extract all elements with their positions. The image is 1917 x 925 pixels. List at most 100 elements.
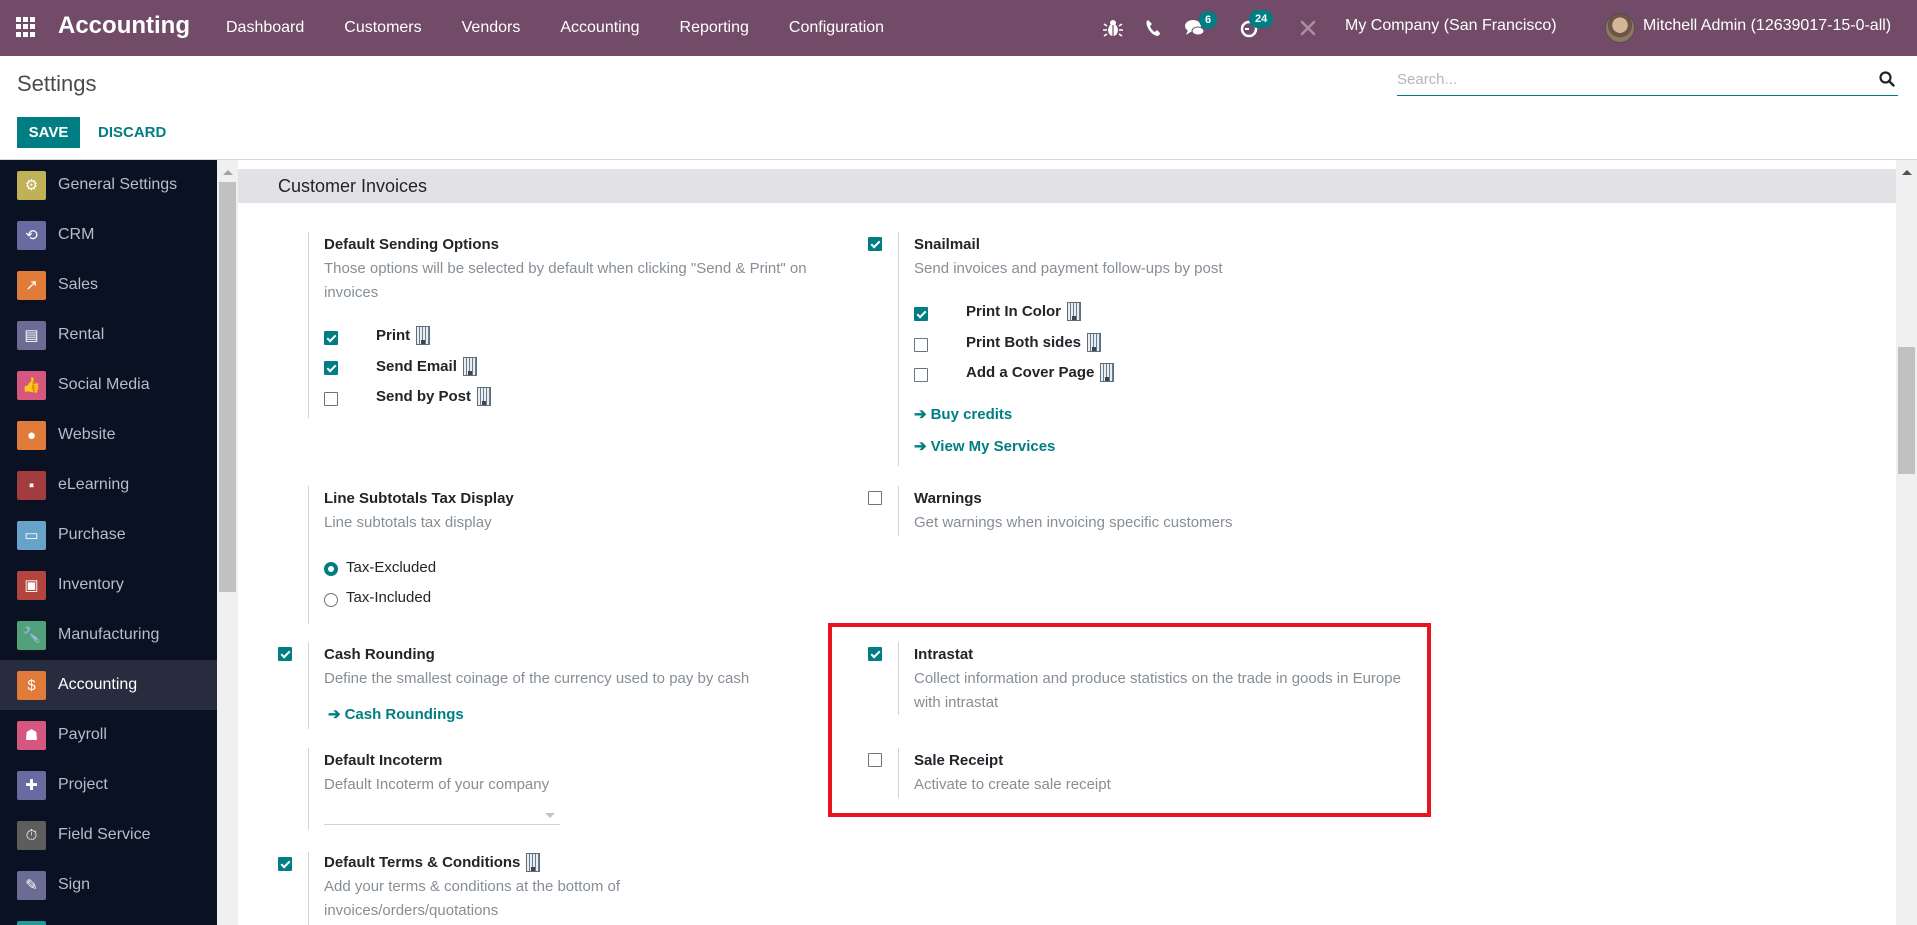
- save-button[interactable]: SAVE: [17, 117, 80, 148]
- setting-divider: [308, 748, 309, 830]
- globe-icon: ●: [17, 420, 46, 450]
- setting-intrastat: Intrastat Collect information and produc…: [898, 642, 1401, 715]
- print-in-color-option[interactable]: Print In Color: [966, 302, 1081, 321]
- main-scrollbar[interactable]: [1896, 160, 1917, 925]
- menu-vendors[interactable]: Vendors: [462, 19, 521, 37]
- default-incoterm-select[interactable]: [324, 803, 560, 825]
- search-input[interactable]: [1397, 64, 1857, 94]
- sidebar-item-more[interactable]: [0, 910, 217, 925]
- scroll-up-arrow-icon[interactable]: [1902, 170, 1912, 175]
- setting-description: Send invoices and payment follow-ups by …: [914, 260, 1223, 277]
- scroll-up-arrow-icon[interactable]: [223, 170, 233, 175]
- setting-title: Intrastat: [914, 646, 974, 663]
- setting-divider: [308, 852, 309, 925]
- sidebar-item-purchase[interactable]: ▭ Purchase: [0, 510, 217, 560]
- phone-icon[interactable]: [1141, 16, 1165, 40]
- print-option[interactable]: Print: [376, 326, 431, 345]
- sidebar-item-accounting[interactable]: $ Accounting: [0, 660, 217, 710]
- main-scroll-thumb[interactable]: [1898, 347, 1915, 474]
- company-building-icon: [1067, 302, 1081, 321]
- search-icon[interactable]: [1878, 70, 1896, 88]
- sidebar-scroll-thumb[interactable]: [219, 182, 236, 592]
- app-name[interactable]: Accounting: [58, 12, 190, 40]
- sale-receipt-checkbox[interactable]: [868, 753, 882, 767]
- print-in-color-checkbox[interactable]: [914, 307, 928, 321]
- sidebar-item-social-media[interactable]: 👍 Social Media: [0, 360, 217, 410]
- sidebar-item-label: Social Media: [58, 376, 150, 393]
- sidebar-item-sales[interactable]: ↗ Sales: [0, 260, 217, 310]
- sidebar-item-sign[interactable]: ✎ Sign: [0, 860, 217, 910]
- tools-icon[interactable]: [1296, 16, 1320, 40]
- company-building-icon: [1100, 363, 1115, 382]
- print-both-sides-option[interactable]: Print Both sides: [966, 333, 1102, 352]
- puzzle-icon: ✚: [17, 770, 46, 800]
- setting-description: Define the smallest coinage of the curre…: [324, 670, 750, 687]
- tax-included-radio[interactable]: [324, 593, 338, 607]
- company-building-icon: [477, 387, 492, 406]
- arrow-right-icon: ➔: [328, 706, 341, 723]
- sidebar-item-label: Purchase: [58, 526, 126, 543]
- print-checkbox[interactable]: [324, 331, 338, 345]
- add-cover-page-checkbox[interactable]: [914, 368, 928, 382]
- warnings-checkbox[interactable]: [868, 491, 882, 505]
- sidebar-item-payroll[interactable]: ☗ Payroll: [0, 710, 217, 760]
- option-label: Send by Post: [376, 388, 472, 405]
- user-avatar[interactable]: [1605, 13, 1635, 43]
- app-icon: [17, 920, 46, 925]
- sidebar-item-general-settings[interactable]: ⚙ General Settings: [0, 160, 217, 210]
- user-menu[interactable]: Mitchell Admin (12639017-15-0-all): [1643, 17, 1891, 35]
- sidebar-item-elearning[interactable]: ▪ eLearning: [0, 460, 217, 510]
- print-both-sides-checkbox[interactable]: [914, 338, 928, 352]
- setting-description: Line subtotals tax display: [324, 514, 492, 531]
- debug-icon[interactable]: [1101, 16, 1125, 40]
- discard-button[interactable]: DISCARD: [98, 117, 166, 148]
- setting-cash-rounding: Cash Rounding Define the smallest coinag…: [308, 642, 848, 729]
- snailmail-checkbox[interactable]: [868, 237, 882, 251]
- tax-excluded-radio[interactable]: [324, 562, 338, 576]
- tax-excluded-label[interactable]: Tax-Excluded: [346, 559, 436, 576]
- app-menu-icon[interactable]: [16, 17, 36, 37]
- top-navbar: Accounting Dashboard Customers Vendors A…: [0, 0, 1917, 56]
- setting-title: Default Sending Options: [324, 236, 499, 253]
- menu-configuration[interactable]: Configuration: [789, 19, 884, 37]
- sidebar-scrollbar[interactable]: [217, 160, 238, 925]
- sidebar-item-inventory[interactable]: ▣ Inventory: [0, 560, 217, 610]
- setting-default-sending-options: Default Sending Options Those options wi…: [308, 232, 848, 418]
- sidebar-item-website[interactable]: ● Website: [0, 410, 217, 460]
- sidebar-item-manufacturing[interactable]: 🔧 Manufacturing: [0, 610, 217, 660]
- payroll-icon: ☗: [17, 720, 46, 750]
- buy-credits-link[interactable]: ➔ Buy credits: [914, 405, 1012, 423]
- setting-default-terms: Default Terms & Conditions Add your term…: [308, 852, 848, 925]
- sidebar-item-label: Accounting: [58, 676, 138, 693]
- sidebar-item-rental[interactable]: ▤ Rental: [0, 310, 217, 360]
- menu-customers[interactable]: Customers: [344, 19, 421, 37]
- send-by-post-option[interactable]: Send by Post: [376, 387, 492, 406]
- cash-roundings-link[interactable]: ➔ Cash Roundings: [328, 705, 464, 723]
- send-by-post-checkbox[interactable]: [324, 392, 338, 406]
- send-email-option[interactable]: Send Email: [376, 357, 477, 376]
- send-email-checkbox[interactable]: [324, 361, 338, 375]
- cash-rounding-checkbox[interactable]: [278, 647, 292, 661]
- default-terms-checkbox[interactable]: [278, 857, 292, 871]
- sidebar-item-label: Sales: [58, 276, 99, 293]
- option-label: Print: [376, 327, 411, 344]
- setting-divider: [898, 486, 899, 536]
- box-icon: ▣: [17, 570, 46, 600]
- sidebar-item-project[interactable]: ✚ Project: [0, 760, 217, 810]
- sign-icon: ✎: [17, 870, 46, 900]
- setting-title: Line Subtotals Tax Display: [324, 490, 514, 507]
- tax-included-label[interactable]: Tax-Included: [346, 589, 431, 606]
- sidebar-item-field-service[interactable]: ⏱ Field Service: [0, 810, 217, 860]
- control-panel-divider: [0, 159, 1917, 160]
- menu-dashboard[interactable]: Dashboard: [226, 19, 304, 37]
- menu-reporting[interactable]: Reporting: [680, 19, 749, 37]
- intrastat-checkbox[interactable]: [868, 647, 882, 661]
- company-switcher[interactable]: My Company (San Francisco): [1345, 17, 1557, 35]
- sidebar-item-label: CRM: [58, 226, 95, 243]
- menu-accounting[interactable]: Accounting: [560, 19, 639, 37]
- sidebar-item-crm[interactable]: ⟲ CRM: [0, 210, 217, 260]
- view-my-services-link[interactable]: ➔ View My Services: [914, 437, 1055, 455]
- setting-divider: [898, 642, 899, 715]
- add-cover-page-option[interactable]: Add a Cover Page: [966, 363, 1115, 382]
- setting-snailmail: Snailmail Send invoices and payment foll…: [898, 232, 1398, 466]
